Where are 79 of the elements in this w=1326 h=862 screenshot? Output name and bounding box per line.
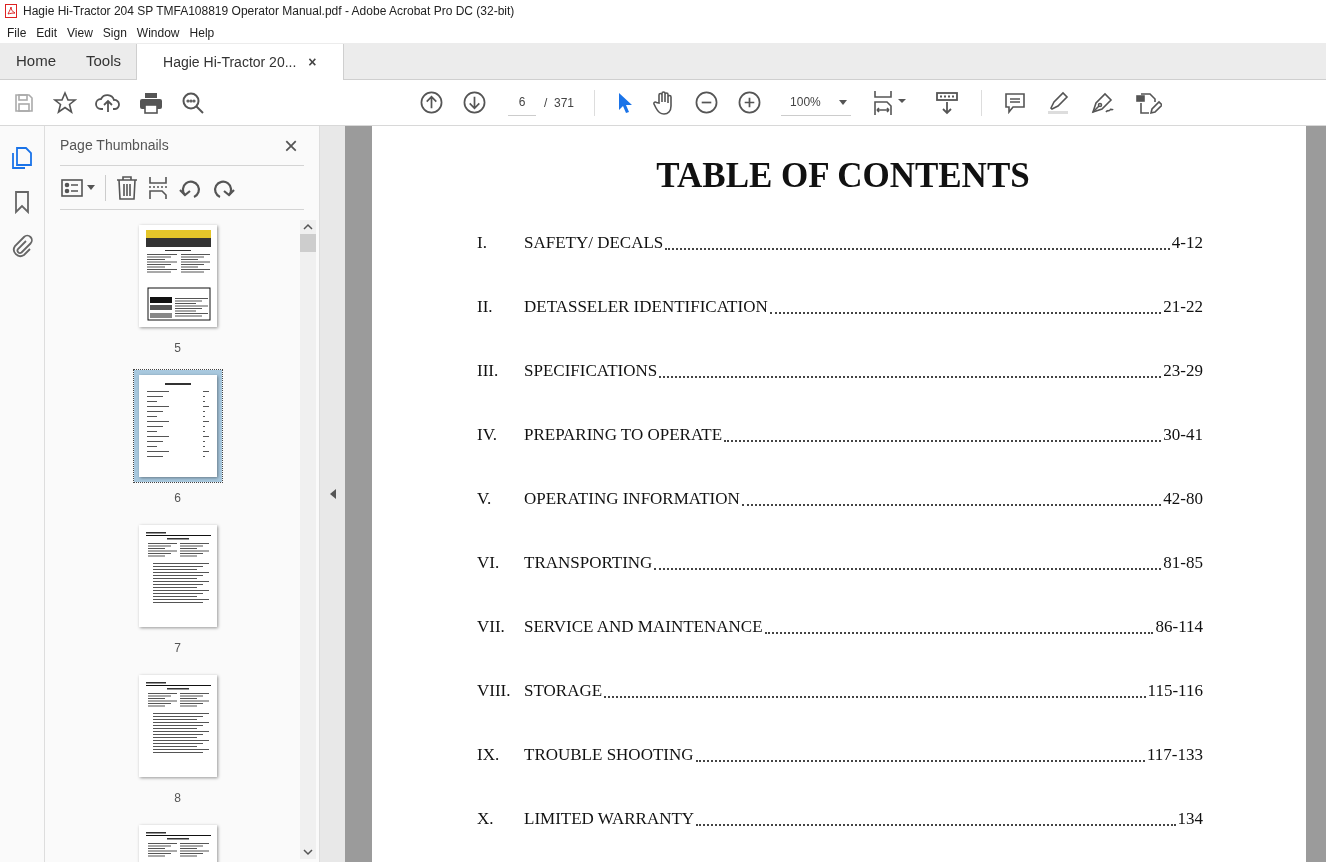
document-tab[interactable]: Hagie Hi-Tractor 20... × [136,44,344,80]
close-panel-button[interactable]: × [278,133,304,158]
toc-numeral: III. [477,359,500,382]
toc-numeral: X. [477,807,495,830]
toc-page-range: 81-85 [1163,551,1203,574]
zoom-dropdown[interactable]: 100% [781,89,852,116]
options-dropdown[interactable] [61,178,95,197]
toc-numeral: V. [477,487,493,510]
toc-numeral: VIII. [477,679,512,702]
pages-icon[interactable] [10,146,34,170]
toc-numeral: I. [477,231,488,254]
star-icon[interactable] [53,90,77,115]
previous-page-icon[interactable] [420,91,443,114]
next-page-icon[interactable] [463,91,486,114]
highlighter-icon[interactable] [1046,90,1071,115]
comment-icon[interactable] [1004,91,1027,114]
close-tab-button[interactable]: × [308,51,317,73]
page-label: 7 [174,640,181,656]
toc-numeral: IX. [477,743,501,766]
edit-document-icon[interactable] [1136,90,1163,115]
nav-tab[interactable]: Tools [71,43,137,79]
trash-icon[interactable] [116,175,138,200]
menu-item[interactable]: Sign [97,23,132,42]
scroll-thumb[interactable] [300,234,316,252]
toc-numeral: IV. [477,423,498,446]
pen-sign-icon[interactable] [1090,90,1117,115]
print-icon[interactable] [139,91,163,114]
caret-icon [87,185,95,190]
toc-entry-title[interactable]: SAFETY/ DECALS [524,229,664,256]
toc-entry-title[interactable]: TROUBLE SHOOTING [524,741,694,768]
zoom-search-icon[interactable] [181,90,205,115]
page-label: 6 [174,490,181,506]
toc-page-range: 115-116 [1147,679,1203,702]
page-number-field[interactable]: 6 [508,89,536,116]
menu-item[interactable]: Window [131,23,185,42]
menu-item[interactable]: File [2,23,32,42]
menu-item[interactable]: View [62,23,98,42]
toc-entry-title[interactable]: OPERATING INFORMATION [524,485,740,512]
menu-item[interactable]: Help [184,23,220,42]
cloud-upload-icon[interactable] [95,91,121,114]
thumbnail-options-icon [61,178,83,197]
toc-numeral: VII. [477,615,506,638]
page-total: / 371 [544,94,575,112]
toc-entry-title[interactable]: SERVICE AND MAINTENANCE [524,613,763,640]
zoom-in-icon[interactable] [738,91,762,114]
toc-page-range: 42-80 [1163,487,1203,510]
panel-title: Page Thumbnails [60,136,169,155]
toc-entry-title[interactable]: TRANSPORTING [524,549,653,576]
page-label: 8 [174,790,181,806]
toc-entry-title[interactable]: PREPARING TO OPERATE [524,421,723,448]
window-title: Hagie Hi-Tractor 204 SP TMFA108819 Operator Manual.pdf - Adobe Acrobat Pro DC (32-bit) [23,3,515,20]
toc-page-range: 4-12 [1171,231,1203,254]
nav-tab[interactable]: Home [0,43,71,79]
acrobat-logo-icon [5,4,17,18]
zoom-out-icon[interactable] [695,91,719,114]
page-break-icon[interactable] [148,175,168,200]
toc-page-range: 86-114 [1155,615,1203,638]
page-label: 5 [174,340,181,356]
toc-page-range: 21-22 [1163,295,1203,318]
fit-page-icon[interactable] [873,89,908,116]
toc-page-range: 30-41 [1163,423,1203,446]
toc-page-range: 23-29 [1163,359,1203,382]
toc-page-range: 117-133 [1146,743,1203,766]
paperclip-icon[interactable] [10,234,34,258]
toc-numeral: II. [477,295,494,318]
toc-entry-title[interactable]: STORAGE [524,677,603,704]
caret-icon [839,99,848,105]
scrollbar[interactable] [300,220,316,859]
collapse-panel-icon[interactable] [329,489,336,499]
scroll-mode-icon[interactable] [935,90,960,115]
toc-entry-title[interactable]: LIMITED WARRANTY [524,805,695,832]
toc-entry-title[interactable]: SPECIFICATIONS [524,357,658,384]
toc-page-range: 134 [1177,807,1203,830]
page-heading: TABLE OF CONTENTS [656,155,1030,197]
toc-entry-title[interactable]: DETASSELER IDENTIFICATION [524,293,768,320]
page-thumbnail[interactable] [133,370,222,482]
toc-numeral: VI. [477,551,501,574]
menu-item[interactable]: Edit [31,23,63,42]
pointer-icon[interactable] [617,91,634,114]
